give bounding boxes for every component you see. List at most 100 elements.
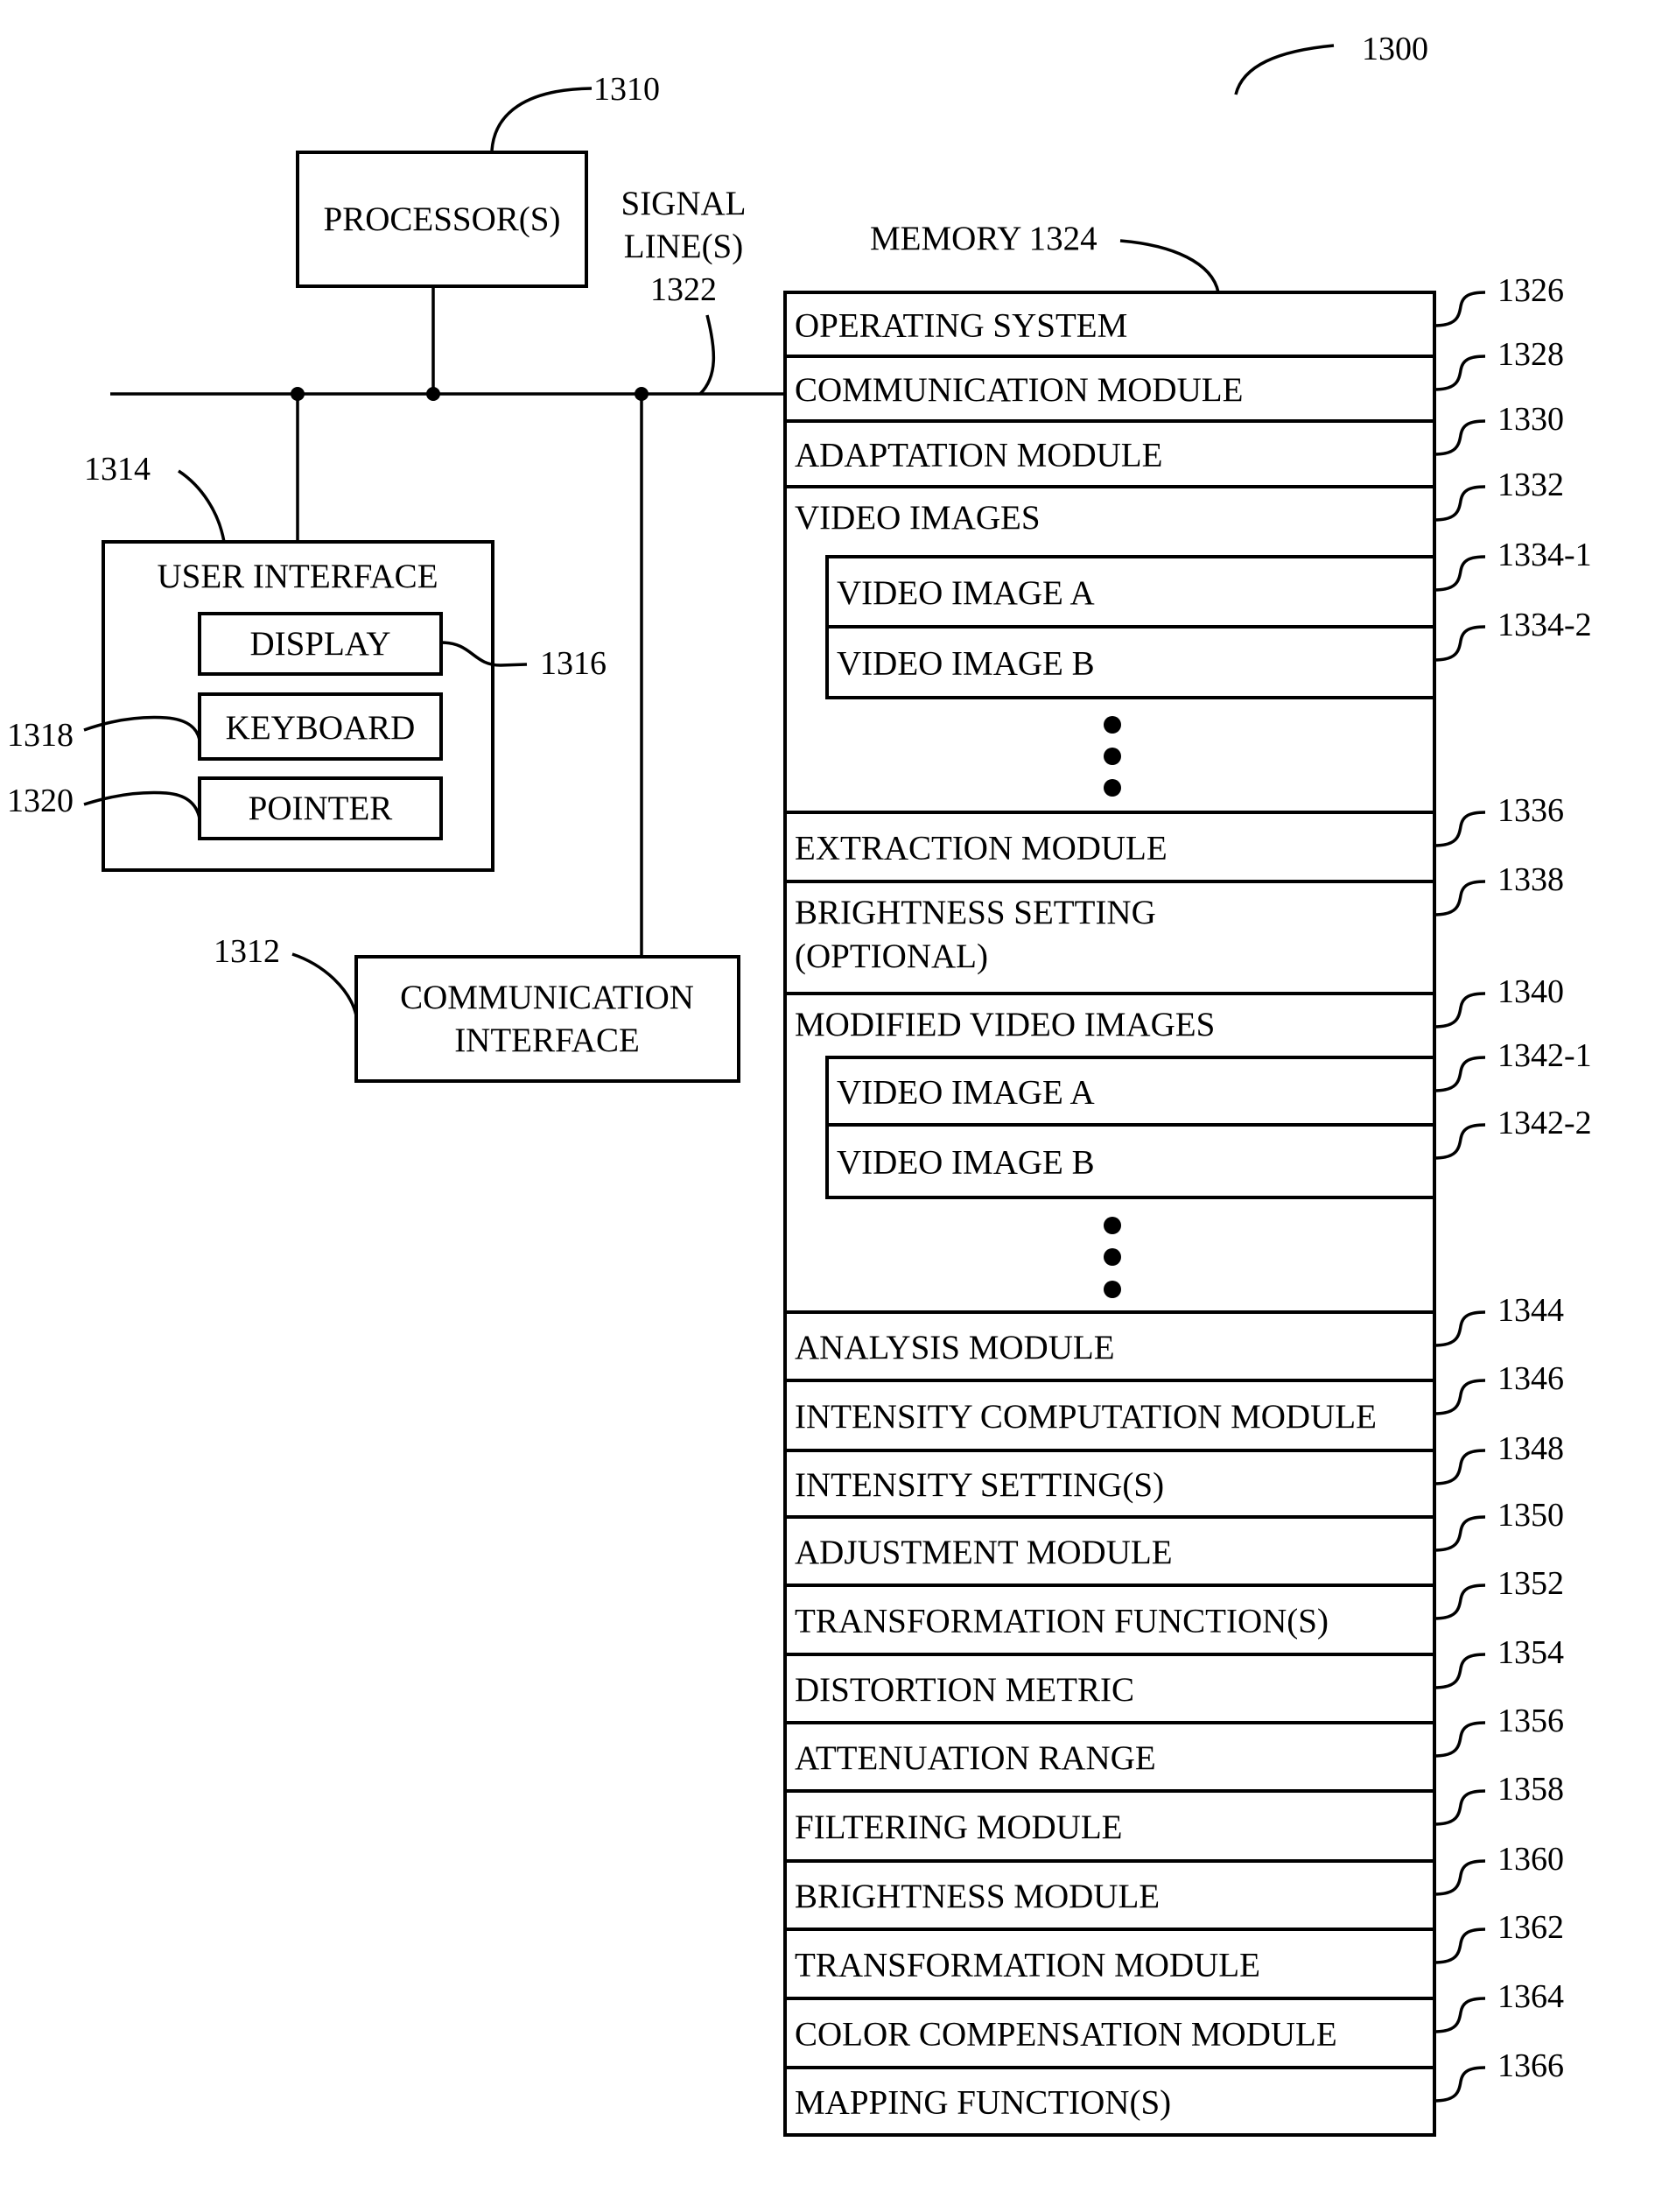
- display-ref: 1316: [540, 645, 607, 682]
- processor-label: PROCESSOR(S): [324, 200, 561, 238]
- ellipsis-dot: [1104, 779, 1121, 797]
- memory-ref-leader: [1434, 1997, 1486, 2033]
- memory-ref-leader: [1434, 811, 1486, 847]
- memory-row-label: MAPPING FUNCTION(S): [795, 2084, 1171, 2122]
- communication-interface-label-2: INTERFACE: [454, 1022, 640, 1059]
- memory-ref-leader: [1434, 485, 1486, 522]
- memory-row-label: ADJUSTMENT MODULE: [795, 1534, 1173, 1571]
- memory-row-ref: 1340: [1497, 973, 1564, 1010]
- memory-row: BRIGHTNESS SETTING (OPTIONAL) 1338: [783, 861, 1564, 995]
- memory-ref-leader: [1434, 1928, 1486, 1964]
- memory-ref-leader: [1434, 625, 1486, 662]
- memory-row-ref: 1332: [1497, 467, 1564, 503]
- processor-ref: 1310: [593, 71, 660, 108]
- memory-row-ref: 1344: [1497, 1292, 1564, 1329]
- memory-ref-leader: [1434, 992, 1486, 1029]
- memory-row-ref: 1336: [1497, 792, 1564, 829]
- memory-row-label: TRANSFORMATION FUNCTION(S): [795, 1603, 1329, 1640]
- memory-row-ref: 1356: [1497, 1703, 1564, 1739]
- memory-row-label: INTENSITY COMPUTATION MODULE: [795, 1398, 1377, 1436]
- memory-row-ref: 1348: [1497, 1430, 1564, 1467]
- memory-row-label: VIDEO IMAGES: [795, 499, 1041, 537]
- signal-lines-label-1: SIGNAL: [621, 185, 747, 222]
- memory-row-label-2: (OPTIONAL): [795, 937, 988, 975]
- ellipsis-dot: [1104, 1281, 1121, 1298]
- memory-ref-leader: [1434, 1056, 1486, 1092]
- memory-row-ref: 1360: [1497, 1841, 1564, 1878]
- memory-row-label: BRIGHTNESS MODULE: [795, 1878, 1160, 1915]
- communication-interface-label-1: COMMUNICATION: [400, 979, 694, 1016]
- memory-row-label: TRANSFORMATION MODULE: [795, 1947, 1260, 1984]
- ellipsis-dot: [1104, 748, 1121, 765]
- keyboard-label: KEYBOARD: [226, 709, 416, 747]
- communication-interface-box: [354, 955, 740, 1083]
- memory-row-ref: 1346: [1497, 1360, 1564, 1397]
- memory-ref-leader: [1434, 1379, 1486, 1415]
- processor-ref-leader: [490, 87, 593, 151]
- memory-row: OPERATING SYSTEM 1326: [783, 272, 1564, 358]
- memory-row-label: BRIGHTNESS SETTING: [795, 894, 1156, 931]
- ellipsis-dot: [1104, 716, 1121, 734]
- bus-junction-processor: [426, 387, 440, 401]
- pointer-label: POINTER: [249, 790, 393, 827]
- signal-lines-leader: [698, 314, 716, 396]
- memory-ref-leader: [1434, 355, 1486, 391]
- communication-interface-ref: 1312: [214, 933, 280, 970]
- memory-row-label: COLOR COMPENSATION MODULE: [795, 2016, 1337, 2054]
- memory-ref-leader: [1434, 1123, 1486, 1160]
- memory-ref-leader: [1434, 1859, 1486, 1896]
- memory-row-ref: 1358: [1497, 1771, 1564, 1808]
- memory-row-label: VIDEO IMAGE B: [837, 645, 1095, 683]
- pointer-ref: 1320: [7, 783, 74, 819]
- memory-row-ref: 1330: [1497, 401, 1564, 438]
- block-diagram: 1300 PROCESSOR(S) 1310 SIGNAL LINE(S) 13…: [7, 31, 1592, 2137]
- memory-row-ref: 1342-2: [1497, 1105, 1592, 1141]
- signal-lines-ref: 1322: [650, 271, 717, 308]
- memory-row-label: DISTORTION METRIC: [795, 1671, 1134, 1709]
- memory-row-ref: 1342-1: [1497, 1037, 1592, 1074]
- memory-row-ref: 1362: [1497, 1909, 1564, 1946]
- memory-row-ref: 1350: [1497, 1497, 1564, 1534]
- memory-label: MEMORY 1324: [870, 220, 1097, 257]
- memory-row-label: ADAPTATION MODULE: [795, 437, 1162, 474]
- memory-row-label: COMMUNICATION MODULE: [795, 371, 1243, 409]
- memory-row-label: ATTENUATION RANGE: [795, 1739, 1156, 1777]
- memory-row-ref: 1352: [1497, 1565, 1564, 1602]
- memory-row-ref: 1334-2: [1497, 607, 1592, 643]
- memory-ref-leader: [1434, 1789, 1486, 1826]
- communication-interface-ref-leader: [291, 952, 358, 1016]
- memory-ref-leader: [1434, 555, 1486, 592]
- memory-row-label: MODIFIED VIDEO IMAGES: [795, 1006, 1215, 1043]
- figure-ref: 1300: [1362, 31, 1428, 67]
- memory-row-ref: 1338: [1497, 861, 1564, 898]
- memory-row-ref: 1334-1: [1497, 537, 1592, 573]
- keyboard-ref: 1318: [7, 717, 74, 754]
- user-interface-ref-leader: [178, 469, 226, 543]
- memory-ref-leader: [1434, 419, 1486, 456]
- memory-ref-leader: [1434, 1584, 1486, 1620]
- ellipsis-dot: [1104, 1217, 1121, 1234]
- memory-ref-leader: [1434, 1721, 1486, 1758]
- memory-row-ref: 1366: [1497, 2047, 1564, 2084]
- memory-row-label: VIDEO IMAGE B: [837, 1144, 1095, 1182]
- memory-row-label: INTENSITY SETTING(S): [795, 1466, 1164, 1504]
- memory-row-ref: 1326: [1497, 272, 1564, 309]
- memory-row-label: OPERATING SYSTEM: [795, 307, 1127, 345]
- figure-ref-leader: [1234, 44, 1335, 95]
- memory-row-label: VIDEO IMAGE A: [837, 574, 1095, 612]
- memory-row-label: FILTERING MODULE: [795, 1808, 1122, 1846]
- memory-ref-leader: [1434, 1449, 1486, 1485]
- user-interface-ref: 1314: [84, 451, 151, 488]
- user-interface-label: USER INTERFACE: [157, 558, 438, 595]
- memory-row-label: EXTRACTION MODULE: [795, 830, 1168, 867]
- memory-row-ref: 1328: [1497, 336, 1564, 373]
- memory-ref-leader: [1434, 2066, 1486, 2103]
- memory-ref-leader: [1434, 1310, 1486, 1347]
- memory-ref-leader: [1434, 291, 1486, 327]
- memory-ref-leader: [1434, 1515, 1486, 1552]
- memory-row-label: VIDEO IMAGE A: [837, 1074, 1095, 1112]
- display-label: DISPLAY: [249, 625, 390, 663]
- memory-row-ref: 1364: [1497, 1978, 1564, 2015]
- ellipsis-dot: [1104, 1248, 1121, 1266]
- memory-ref-leader: [1434, 1653, 1486, 1689]
